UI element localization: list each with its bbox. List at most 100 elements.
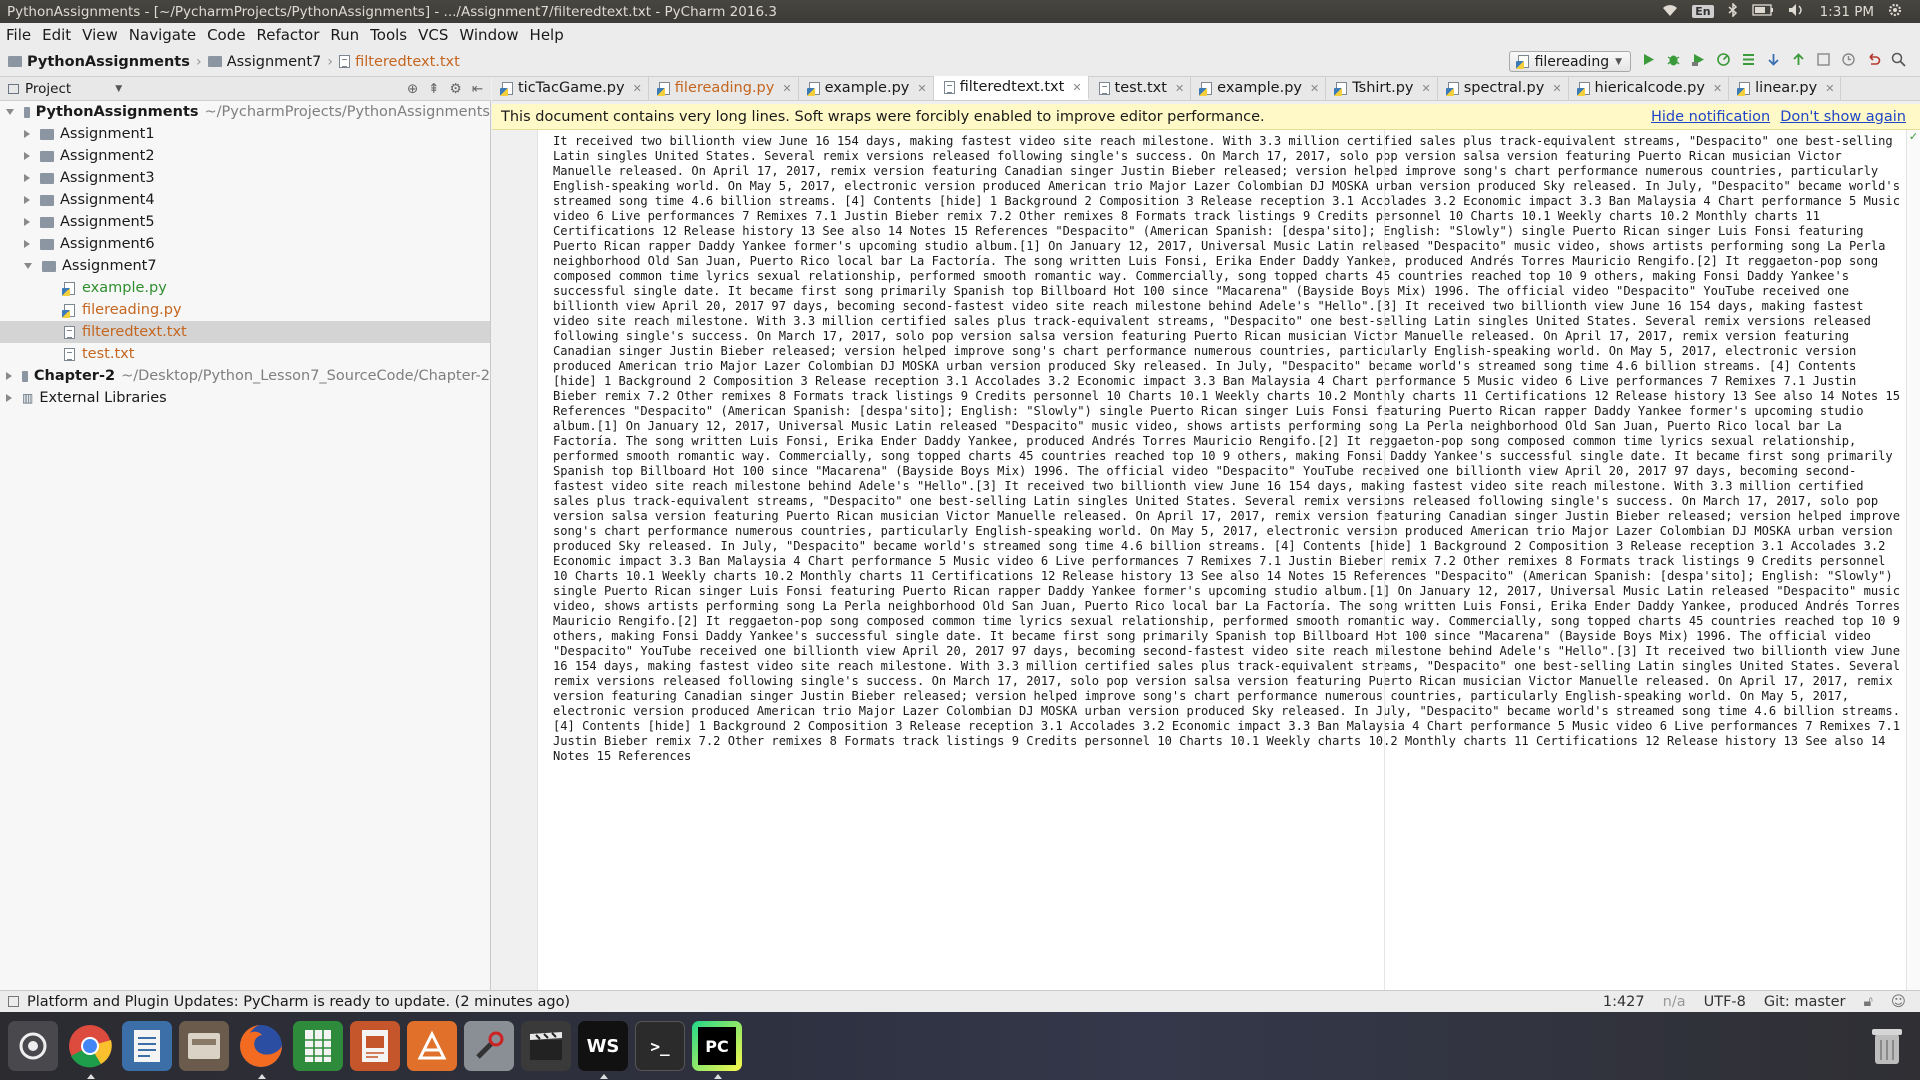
- close-icon[interactable]: ✕: [1175, 82, 1184, 95]
- tab-hiericalcode-py[interactable]: hiericalcode.py ✕: [1569, 76, 1730, 100]
- collapse-arrow-icon[interactable]: [24, 152, 30, 160]
- vcs-update-icon[interactable]: [1766, 52, 1781, 71]
- lock-icon[interactable]: 🔓︎: [1863, 994, 1872, 1010]
- tree-root-chapter-2[interactable]: Chapter-2 ~/Desktop/Python_Lesson7_Sourc…: [0, 365, 490, 387]
- document-viewer-icon[interactable]: [122, 1021, 172, 1071]
- collapse-arrow-icon[interactable]: [24, 240, 30, 248]
- git-branch[interactable]: Git: master: [1764, 994, 1846, 1010]
- tab-spectral-py[interactable]: spectral.py ✕: [1438, 76, 1569, 100]
- close-icon[interactable]: ✕: [1072, 81, 1081, 94]
- menu-view[interactable]: View: [82, 26, 126, 44]
- hide-panel-icon[interactable]: ⇤: [472, 81, 483, 97]
- file-manager-icon[interactable]: [179, 1021, 229, 1071]
- profile-icon[interactable]: [1716, 52, 1731, 71]
- revert-icon[interactable]: [1866, 52, 1881, 71]
- tree-folder-assignment1[interactable]: Assignment1: [0, 123, 490, 145]
- close-icon[interactable]: ✕: [1825, 82, 1834, 95]
- tree-file-filereading-py[interactable]: filereading.py: [0, 299, 490, 321]
- breadcrumb-folder[interactable]: Assignment7: [207, 54, 321, 70]
- clock[interactable]: 1:31 PM: [1820, 4, 1874, 20]
- tab-tshirt-py[interactable]: Tshirt.py ✕: [1326, 76, 1438, 100]
- tree-folder-assignment7[interactable]: Assignment7: [0, 255, 490, 277]
- keyboard-layout-indicator[interactable]: En: [1692, 5, 1714, 18]
- wifi-icon[interactable]: [1662, 3, 1678, 21]
- system-tools-icon[interactable]: [464, 1021, 514, 1071]
- run-icon[interactable]: [1641, 52, 1656, 71]
- volume-icon[interactable]: [1788, 3, 1806, 21]
- close-icon[interactable]: ✕: [782, 82, 791, 95]
- menu-help[interactable]: Help: [530, 26, 572, 44]
- tab-example-py-2[interactable]: example.py ✕: [1191, 76, 1327, 100]
- collapse-arrow-icon[interactable]: [24, 196, 30, 204]
- status-panel-icon[interactable]: [8, 996, 19, 1007]
- close-icon[interactable]: ✕: [917, 82, 926, 95]
- editor-gutter[interactable]: [492, 130, 538, 990]
- spreadsheet-icon[interactable]: [293, 1021, 343, 1071]
- software-center-icon[interactable]: [407, 1021, 457, 1071]
- coverage-icon[interactable]: [1691, 52, 1706, 71]
- tab-linear-py[interactable]: linear.py ✕: [1729, 76, 1842, 100]
- firefox-icon[interactable]: [236, 1021, 286, 1079]
- menu-window[interactable]: Window: [459, 26, 526, 44]
- debug-icon[interactable]: [1666, 52, 1681, 71]
- tree-root[interactable]: PythonAssignments ~/PycharmProjects/Pyth…: [0, 101, 490, 123]
- tree-folder-assignment6[interactable]: Assignment6: [0, 233, 490, 255]
- tree-external-libraries[interactable]: ▥ External Libraries: [0, 387, 490, 409]
- trash-icon[interactable]: [1862, 1021, 1912, 1071]
- hide-notification-link[interactable]: Hide notification: [1651, 109, 1770, 125]
- video-editor-icon[interactable]: [521, 1021, 571, 1071]
- collapse-arrow-icon[interactable]: [6, 372, 12, 380]
- expand-arrow-icon[interactable]: [24, 263, 32, 269]
- collapse-arrow-icon[interactable]: [6, 394, 12, 402]
- editor-vertical-scrollbar[interactable]: ✓: [1906, 130, 1920, 990]
- menu-run[interactable]: Run: [330, 26, 367, 44]
- menu-refactor[interactable]: Refactor: [256, 26, 327, 44]
- close-icon[interactable]: ✕: [633, 82, 642, 95]
- tab-tictacgame-py[interactable]: ticTacGame.py ✕: [492, 76, 649, 100]
- webstorm-icon[interactable]: WS: [578, 1021, 628, 1079]
- tree-file-test-txt[interactable]: test.txt: [0, 343, 490, 365]
- tree-file-filteredtext-txt[interactable]: filteredtext.txt: [0, 321, 490, 343]
- search-icon[interactable]: [1891, 52, 1906, 71]
- close-icon[interactable]: ✕: [1421, 82, 1430, 95]
- bluetooth-icon[interactable]: [1728, 1, 1738, 21]
- collapse-all-icon[interactable]: ⇞: [428, 81, 439, 97]
- close-icon[interactable]: ✕: [1310, 82, 1319, 95]
- tab-test-txt[interactable]: test.txt ✕: [1089, 76, 1192, 100]
- gear-icon[interactable]: ⚙: [450, 81, 462, 97]
- vcs-commit-icon[interactable]: [1791, 52, 1806, 71]
- menu-vcs[interactable]: VCS: [418, 26, 456, 44]
- sync-icon[interactable]: ⊕: [407, 81, 418, 97]
- menu-file[interactable]: File: [6, 26, 39, 44]
- editor-area[interactable]: It received two billionth view June 16 1…: [538, 130, 1910, 990]
- concurrency-icon[interactable]: [1741, 52, 1756, 71]
- collapse-arrow-icon[interactable]: [24, 218, 30, 226]
- collapse-arrow-icon[interactable]: [24, 174, 30, 182]
- close-icon[interactable]: ✕: [1713, 82, 1722, 95]
- vcs-compare-icon[interactable]: [1816, 52, 1831, 71]
- line-separator[interactable]: n/a: [1663, 994, 1686, 1010]
- terminal-icon[interactable]: >_: [635, 1021, 685, 1071]
- collapse-arrow-icon[interactable]: [24, 130, 30, 138]
- close-icon[interactable]: ✕: [1552, 82, 1561, 95]
- chrome-icon[interactable]: [65, 1021, 115, 1079]
- breadcrumb-project[interactable]: PythonAssignments: [8, 54, 190, 70]
- status-message[interactable]: Platform and Plugin Updates: PyCharm is …: [27, 994, 570, 1010]
- tree-file-example-py[interactable]: example.py: [0, 277, 490, 299]
- caret-position[interactable]: 1:427: [1603, 994, 1645, 1010]
- battery-icon[interactable]: [1751, 3, 1774, 20]
- pycharm-icon[interactable]: PC: [692, 1021, 742, 1079]
- run-configuration-selector[interactable]: filereading ▼: [1508, 51, 1631, 72]
- inspector-icon[interactable]: ☺: [1891, 994, 1906, 1010]
- system-settings-icon[interactable]: [8, 1021, 58, 1071]
- tree-folder-assignment4[interactable]: Assignment4: [0, 189, 490, 211]
- breadcrumb-file[interactable]: filteredtext.txt: [339, 54, 460, 70]
- menu-code[interactable]: Code: [207, 26, 253, 44]
- menu-tools[interactable]: Tools: [370, 26, 415, 44]
- tree-folder-assignment3[interactable]: Assignment3: [0, 167, 490, 189]
- menu-edit[interactable]: Edit: [42, 26, 79, 44]
- tab-example-py[interactable]: example.py ✕: [799, 76, 934, 100]
- tree-folder-assignment2[interactable]: Assignment2: [0, 145, 490, 167]
- tab-filereading-py[interactable]: filereading.py ✕: [649, 76, 799, 100]
- presentation-icon[interactable]: [350, 1021, 400, 1071]
